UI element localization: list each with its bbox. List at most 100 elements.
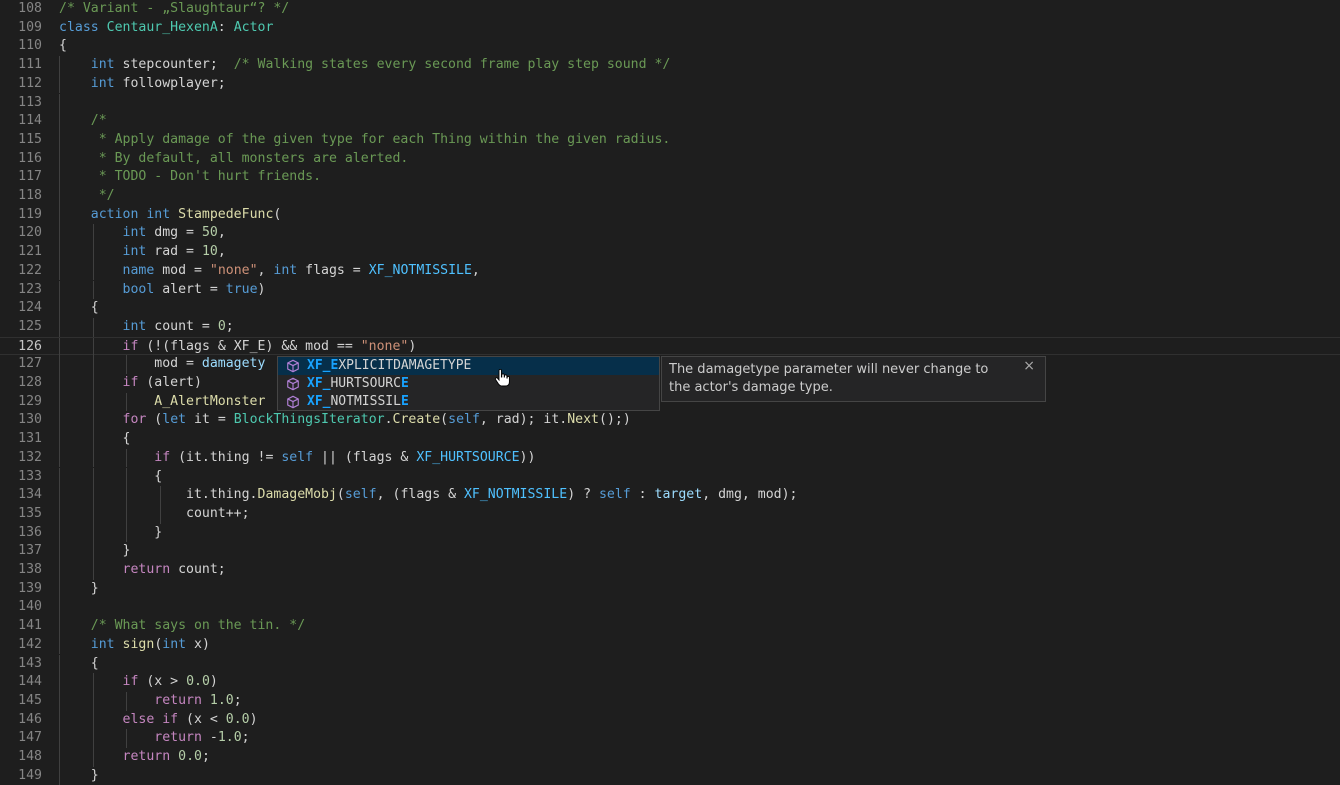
code-token: damagety	[201, 356, 266, 372]
suggest-item[interactable]: XF_EXPLICITDAMAGETYPE	[278, 357, 659, 375]
code-line[interactable]: 137 }	[0, 542, 1340, 561]
code-token: BlockThingsIterator	[233, 412, 385, 428]
code-line[interactable]: 123 bool alert = true)	[0, 280, 1340, 300]
code-token: followplayer;	[114, 75, 226, 91]
line-number: 142	[18, 636, 42, 652]
code-line[interactable]: 116 * By default, all monsters are alert…	[0, 149, 1340, 169]
code-token: ,	[257, 262, 274, 278]
code-line[interactable]: 146 else if (x < 0.0)	[0, 710, 1340, 730]
line-number: 122	[18, 262, 42, 278]
code-token: it =	[186, 412, 234, 428]
code-line[interactable]: 117 * TODO - Don't hurt friends.	[0, 168, 1340, 187]
code-line[interactable]: 113	[0, 93, 1340, 113]
code-line[interactable]: 125 int count = 0;	[0, 317, 1340, 337]
code-line[interactable]: 136 }	[0, 523, 1340, 543]
code-token: )	[408, 338, 417, 354]
code-line[interactable]: 145 return 1.0;	[0, 691, 1340, 711]
line-number: 136	[18, 524, 42, 540]
code-token: true	[225, 281, 258, 297]
code-token: self	[344, 487, 377, 503]
code-line[interactable]: 118 */	[0, 187, 1340, 206]
code-text: int sign(int x)	[59, 636, 210, 655]
code-line[interactable]: 122 name mod = "none", int flags = XF_NO…	[0, 261, 1340, 281]
code-line[interactable]: 108 /* Variant - „Slaughtaur“? */	[0, 0, 1340, 19]
code-token: :	[630, 487, 655, 503]
line-number: 143	[18, 655, 42, 671]
line-number: 108	[18, 1, 42, 16]
field-cube-icon	[287, 377, 299, 391]
code-text: int followplayer;	[59, 75, 226, 94]
code-line[interactable]: 121 int rad = 10,	[0, 243, 1340, 262]
code-token: ;	[201, 749, 210, 764]
code-line[interactable]: 149 }	[0, 766, 1340, 785]
code-line[interactable]: 147 return -1.0;	[0, 729, 1340, 748]
suggest-widget[interactable]: XF_EXPLICITDAMAGETYPE XF_HURTSOURCE XF_NOT…	[277, 356, 660, 411]
code-line[interactable]: 144 if (x > 0.0)	[0, 673, 1340, 692]
code-text: }	[59, 580, 99, 599]
code-token: 50	[201, 225, 218, 241]
code-line[interactable]: 133 {	[0, 467, 1340, 487]
code-text: return -1.0;	[59, 729, 249, 748]
code-token: XF_NOTMISSILE	[368, 262, 472, 278]
line-number: 133	[18, 468, 42, 484]
code-line[interactable]: 134 it.thing.DamageMobj(self, (flags & X…	[0, 486, 1340, 505]
code-token: * By default, all monsters are alerted.	[90, 150, 409, 166]
code-token: {	[59, 38, 67, 54]
line-number: 149	[18, 767, 42, 783]
code-text: return count;	[59, 561, 226, 580]
code-line[interactable]: 109 class Centaur_HexenA: Actor	[0, 19, 1340, 38]
suggest-item[interactable]: XF_HURTSOURCE	[278, 375, 659, 393]
code-line[interactable]: 120 int dmg = 50,	[0, 224, 1340, 244]
code-line[interactable]: 111 int stepcounter; /* Walking states e…	[0, 56, 1340, 75]
line-number: 117	[18, 169, 42, 185]
code-token: (alert)	[138, 375, 202, 390]
code-token: {	[59, 431, 131, 447]
code-line[interactable]: 124 {	[0, 299, 1340, 318]
code-token: return	[154, 730, 202, 746]
code-text: * TODO - Don't hurt friends.	[59, 168, 321, 187]
code-token: )	[257, 281, 266, 297]
line-number: 114	[18, 113, 42, 129]
code-line[interactable]: 140	[0, 598, 1340, 618]
code-line[interactable]: 143 {	[0, 654, 1340, 674]
code-token: if	[122, 674, 139, 690]
suggest-item-label: XF_HURTSOURCE	[307, 375, 409, 393]
code-token: 1.0	[217, 730, 242, 746]
code-token: Centaur_HexenA	[106, 19, 218, 35]
code-line[interactable]: 119 action int StampedeFunc(	[0, 205, 1340, 225]
code-line[interactable]: 148 return 0.0;	[0, 748, 1340, 767]
code-token: rad =	[146, 244, 202, 260]
code-token: )	[249, 711, 258, 727]
code-line[interactable]: 112 int followplayer;	[0, 74, 1340, 94]
code-line[interactable]: 114 /*	[0, 112, 1340, 131]
code-token: ;	[225, 318, 234, 334]
code-line[interactable]: 126 if (!(flags & XF_E) && mod == "none"…	[0, 336, 1340, 357]
code-line[interactable]: 132 if (it.thing != self || (flags & XF_…	[0, 448, 1340, 468]
close-icon[interactable]: ×	[1023, 357, 1035, 375]
code-line[interactable]: 115 * Apply damage of the given type for…	[0, 130, 1340, 150]
code-line[interactable]: 110 {	[0, 37, 1340, 56]
suggest-item[interactable]: XF_NOTMISSILE	[278, 393, 659, 411]
code-token: .	[384, 412, 393, 428]
code-line[interactable]: 142 int sign(int x)	[0, 635, 1340, 655]
code-line[interactable]: 130 for (let it = BlockThingsIterator.Cr…	[0, 411, 1340, 431]
code-token: ) ?	[567, 487, 599, 503]
code-line[interactable]: 139 }	[0, 579, 1340, 599]
code-line[interactable]: 141 /* What says on the tin. */	[0, 617, 1340, 636]
code-line[interactable]: 135 count++;	[0, 504, 1340, 524]
code-line[interactable]: 138 return count;	[0, 561, 1340, 580]
line-number: 126	[18, 338, 42, 354]
line-number: 115	[18, 131, 42, 147]
code-line[interactable]: 131 {	[0, 430, 1340, 449]
